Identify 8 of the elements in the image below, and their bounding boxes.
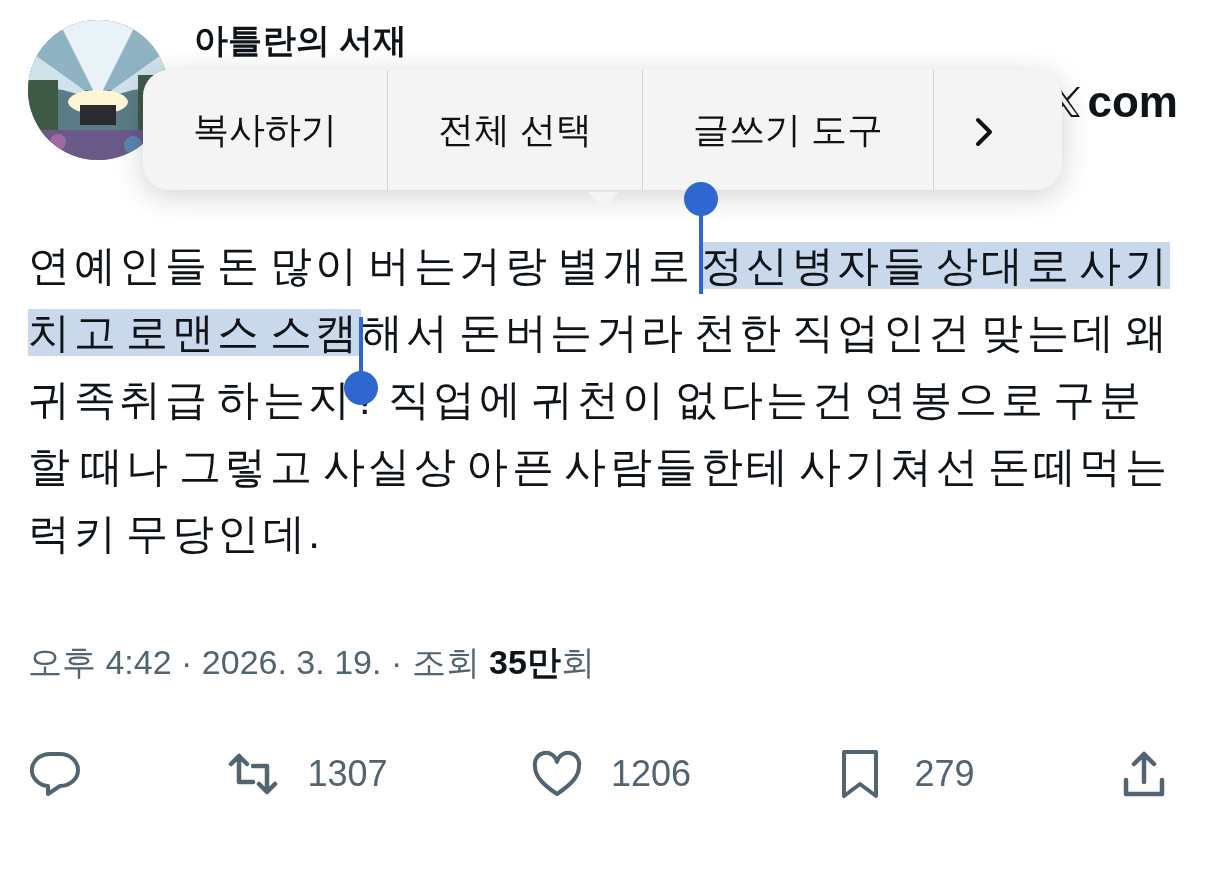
action-count: 279 xyxy=(914,752,975,796)
author-name: 아틀란의 서재 xyxy=(194,22,408,61)
action-count: 1307 xyxy=(307,752,388,796)
action-count: 1206 xyxy=(610,752,692,796)
menu-item[interactable]: 전체 선택 xyxy=(388,70,643,190)
site-label: com xyxy=(1087,76,1178,128)
menu-item[interactable]: 복사하기 xyxy=(143,70,388,190)
post-meta: 오후 4:42 · 2026. 3. 19. · 조회 35만회 xyxy=(28,642,596,683)
